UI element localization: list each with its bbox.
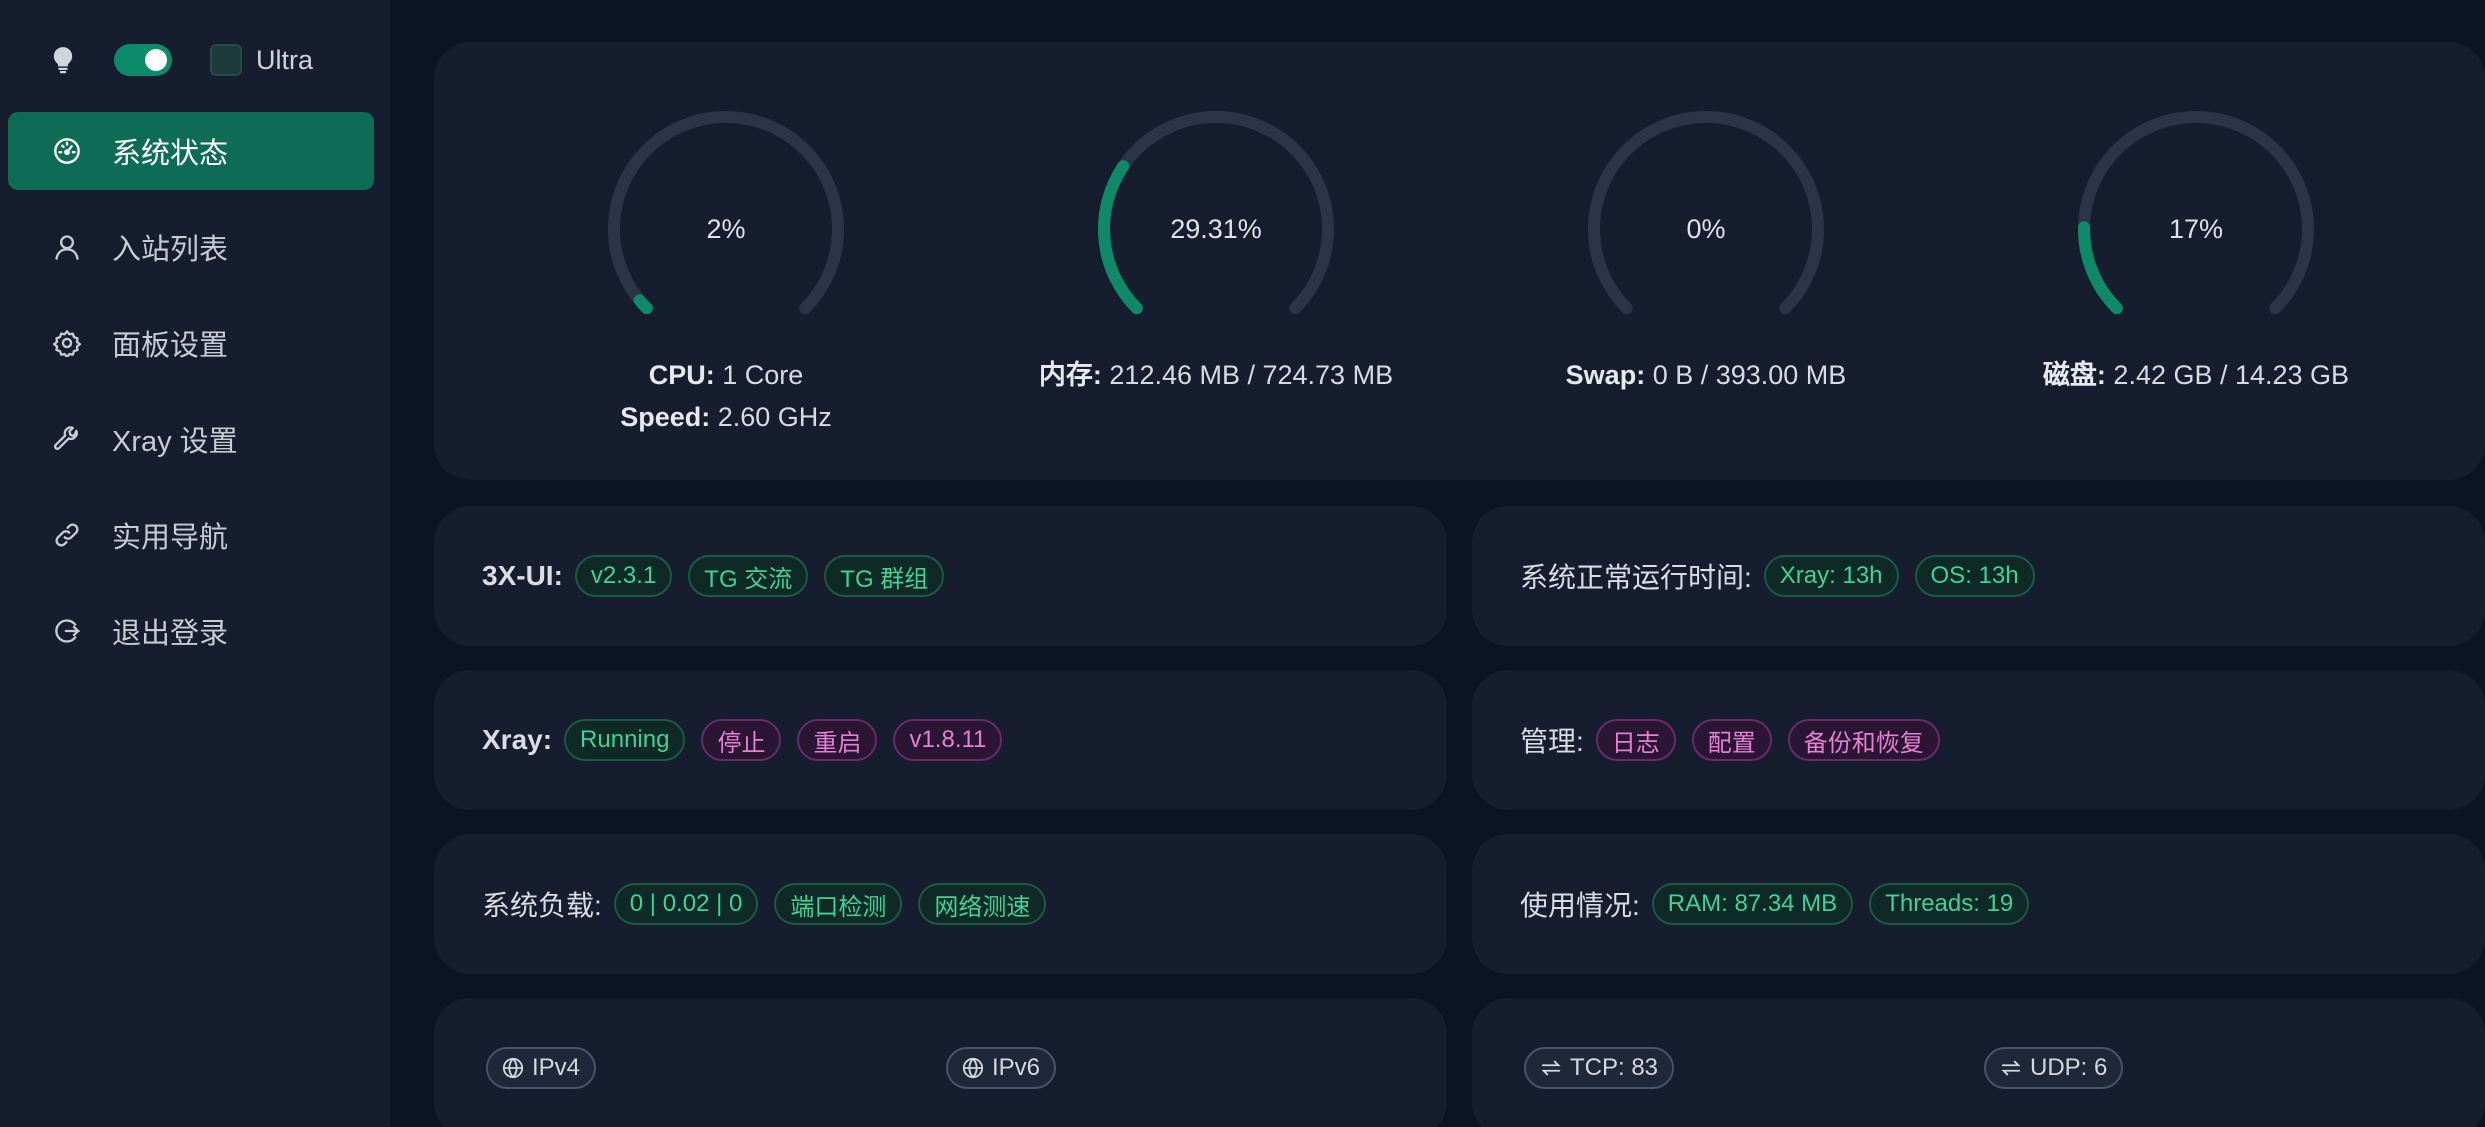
memory-gauge: 29.31% 内存: 212.46 MB / 724.73 MB bbox=[1026, 104, 1406, 396]
user-icon bbox=[52, 232, 82, 262]
manage-label: 管理: bbox=[1520, 726, 1584, 757]
cpu-percent: 2% bbox=[706, 214, 746, 244]
sidebar-item-label: 退出登录 bbox=[112, 618, 229, 650]
connections-card: TCP: 83 UDP: 6 bbox=[1472, 998, 2485, 1127]
xray-version-button[interactable]: v1.8.11 bbox=[893, 719, 1003, 761]
logout-icon bbox=[52, 616, 82, 646]
swap-percent: 0% bbox=[1686, 214, 1726, 244]
gear-icon bbox=[52, 328, 82, 358]
sidebar-menu: 系统状态 入站列表 面板设置 Xray 设置 实用导航 退出登录 bbox=[8, 112, 374, 688]
globe-icon bbox=[962, 1057, 984, 1079]
load-value-tag: 0 | 0.02 | 0 bbox=[613, 883, 759, 925]
load-label: 系统负载: bbox=[482, 890, 602, 921]
speed-test-button[interactable]: 网络测速 bbox=[918, 883, 1047, 925]
sidebar-item-label: 系统状态 bbox=[112, 138, 229, 170]
cpu-gauge: 2% CPU: 1 Core Speed: 2.60 GHz bbox=[536, 104, 916, 438]
panel-version-tag[interactable]: v2.3.1 bbox=[574, 555, 673, 597]
sidebar-item-navigation[interactable]: 实用导航 bbox=[8, 496, 374, 574]
panel-label: 3X-UI: bbox=[482, 560, 563, 591]
os-uptime-tag: OS: 13h bbox=[1914, 555, 2035, 597]
memory-percent: 29.31% bbox=[1170, 214, 1262, 244]
swap-arrows-icon bbox=[1541, 1060, 1561, 1076]
disk-line: 磁盘: 2.42 GB / 14.23 GB bbox=[2042, 360, 2350, 390]
sidebar-item-inbounds[interactable]: 入站列表 bbox=[8, 208, 374, 286]
sidebar: Ultra 系统状态 入站列表 面板设置 Xray 设置 实用导航 退出登录 bbox=[0, 0, 390, 1127]
xray-restart-button[interactable]: 重启 bbox=[797, 719, 878, 761]
ultra-label: Ultra bbox=[256, 44, 314, 75]
backup-restore-button[interactable]: 备份和恢复 bbox=[1787, 719, 1940, 761]
uptime-label: 系统正常运行时间: bbox=[1520, 562, 1752, 593]
sidebar-item-label: 面板设置 bbox=[112, 330, 229, 362]
ipv6-button[interactable]: IPv6 bbox=[946, 1047, 1057, 1089]
memory-line: 内存: 212.46 MB / 724.73 MB bbox=[1038, 360, 1394, 390]
tg-chat-link[interactable]: TG 交流 bbox=[688, 555, 809, 597]
ultra-checkbox[interactable] bbox=[210, 44, 242, 76]
tcp-connections-tag: TCP: 83 bbox=[1524, 1047, 1675, 1089]
system-resources-card: 2% CPU: 1 Core Speed: 2.60 GHz 29.31% 内存… bbox=[434, 42, 2485, 480]
sidebar-item-system-status[interactable]: 系统状态 bbox=[8, 112, 374, 190]
usage-label: 使用情况: bbox=[1520, 890, 1640, 921]
sidebar-item-label: Xray 设置 bbox=[112, 426, 238, 458]
config-button[interactable]: 配置 bbox=[1691, 719, 1772, 761]
wrench-icon bbox=[52, 424, 82, 454]
sidebar-item-panel-settings[interactable]: 面板设置 bbox=[8, 304, 374, 382]
tg-group-link[interactable]: TG 群组 bbox=[824, 555, 945, 597]
dark-mode-toggle[interactable] bbox=[114, 44, 172, 76]
sidebar-item-label: 入站列表 bbox=[112, 234, 229, 266]
globe-icon bbox=[502, 1057, 524, 1079]
dashboard-icon bbox=[52, 136, 82, 166]
udp-connections-tag: UDP: 6 bbox=[1984, 1047, 2124, 1089]
disk-percent: 17% bbox=[2168, 214, 2224, 244]
usage-card: 使用情况: RAM: 87.34 MB Threads: 19 bbox=[1472, 834, 2485, 974]
xray-stop-button[interactable]: 停止 bbox=[701, 719, 782, 761]
sidebar-item-logout[interactable]: 退出登录 bbox=[8, 592, 374, 670]
xray-uptime-tag: Xray: 13h bbox=[1763, 555, 1899, 597]
cpu-cores-line: CPU: 1 Core bbox=[648, 360, 804, 390]
port-check-button[interactable]: 端口检测 bbox=[774, 883, 903, 925]
swap-arrows-icon bbox=[2001, 1060, 2021, 1076]
system-load-card: 系统负载: 0 | 0.02 | 0 端口检测 网络测速 bbox=[434, 834, 1447, 974]
sidebar-item-xray-settings[interactable]: Xray 设置 bbox=[8, 400, 374, 478]
cpu-speed-line: Speed: 2.60 GHz bbox=[620, 402, 832, 432]
panel-info-card: 3X-UI: v2.3.1 TG 交流 TG 群组 bbox=[434, 506, 1447, 646]
management-card: 管理: 日志 配置 备份和恢复 bbox=[1472, 670, 2485, 810]
sidebar-item-label: 实用导航 bbox=[112, 522, 229, 554]
ram-usage-tag: RAM: 87.34 MB bbox=[1651, 883, 1854, 925]
xray-running-tag: Running bbox=[564, 719, 686, 761]
swap-gauge: 0% Swap: 0 B / 393.00 MB bbox=[1516, 104, 1896, 396]
logs-button[interactable]: 日志 bbox=[1595, 719, 1676, 761]
bulb-icon[interactable] bbox=[48, 42, 78, 78]
uptime-card: 系统正常运行时间: Xray: 13h OS: 13h bbox=[1472, 506, 2485, 646]
xray-status-card: Xray: Running 停止 重启 v1.8.11 bbox=[434, 670, 1447, 810]
swap-line: Swap: 0 B / 393.00 MB bbox=[1565, 360, 1847, 390]
ipv4-button[interactable]: IPv4 bbox=[486, 1047, 597, 1089]
disk-gauge: 17% 磁盘: 2.42 GB / 14.23 GB bbox=[2006, 104, 2386, 396]
ip-card: IPv4 IPv6 bbox=[434, 998, 1447, 1127]
theme-controls: Ultra bbox=[48, 36, 313, 84]
threads-tag: Threads: 19 bbox=[1869, 883, 2030, 925]
link-icon bbox=[52, 520, 82, 550]
xray-label: Xray: bbox=[482, 724, 553, 755]
